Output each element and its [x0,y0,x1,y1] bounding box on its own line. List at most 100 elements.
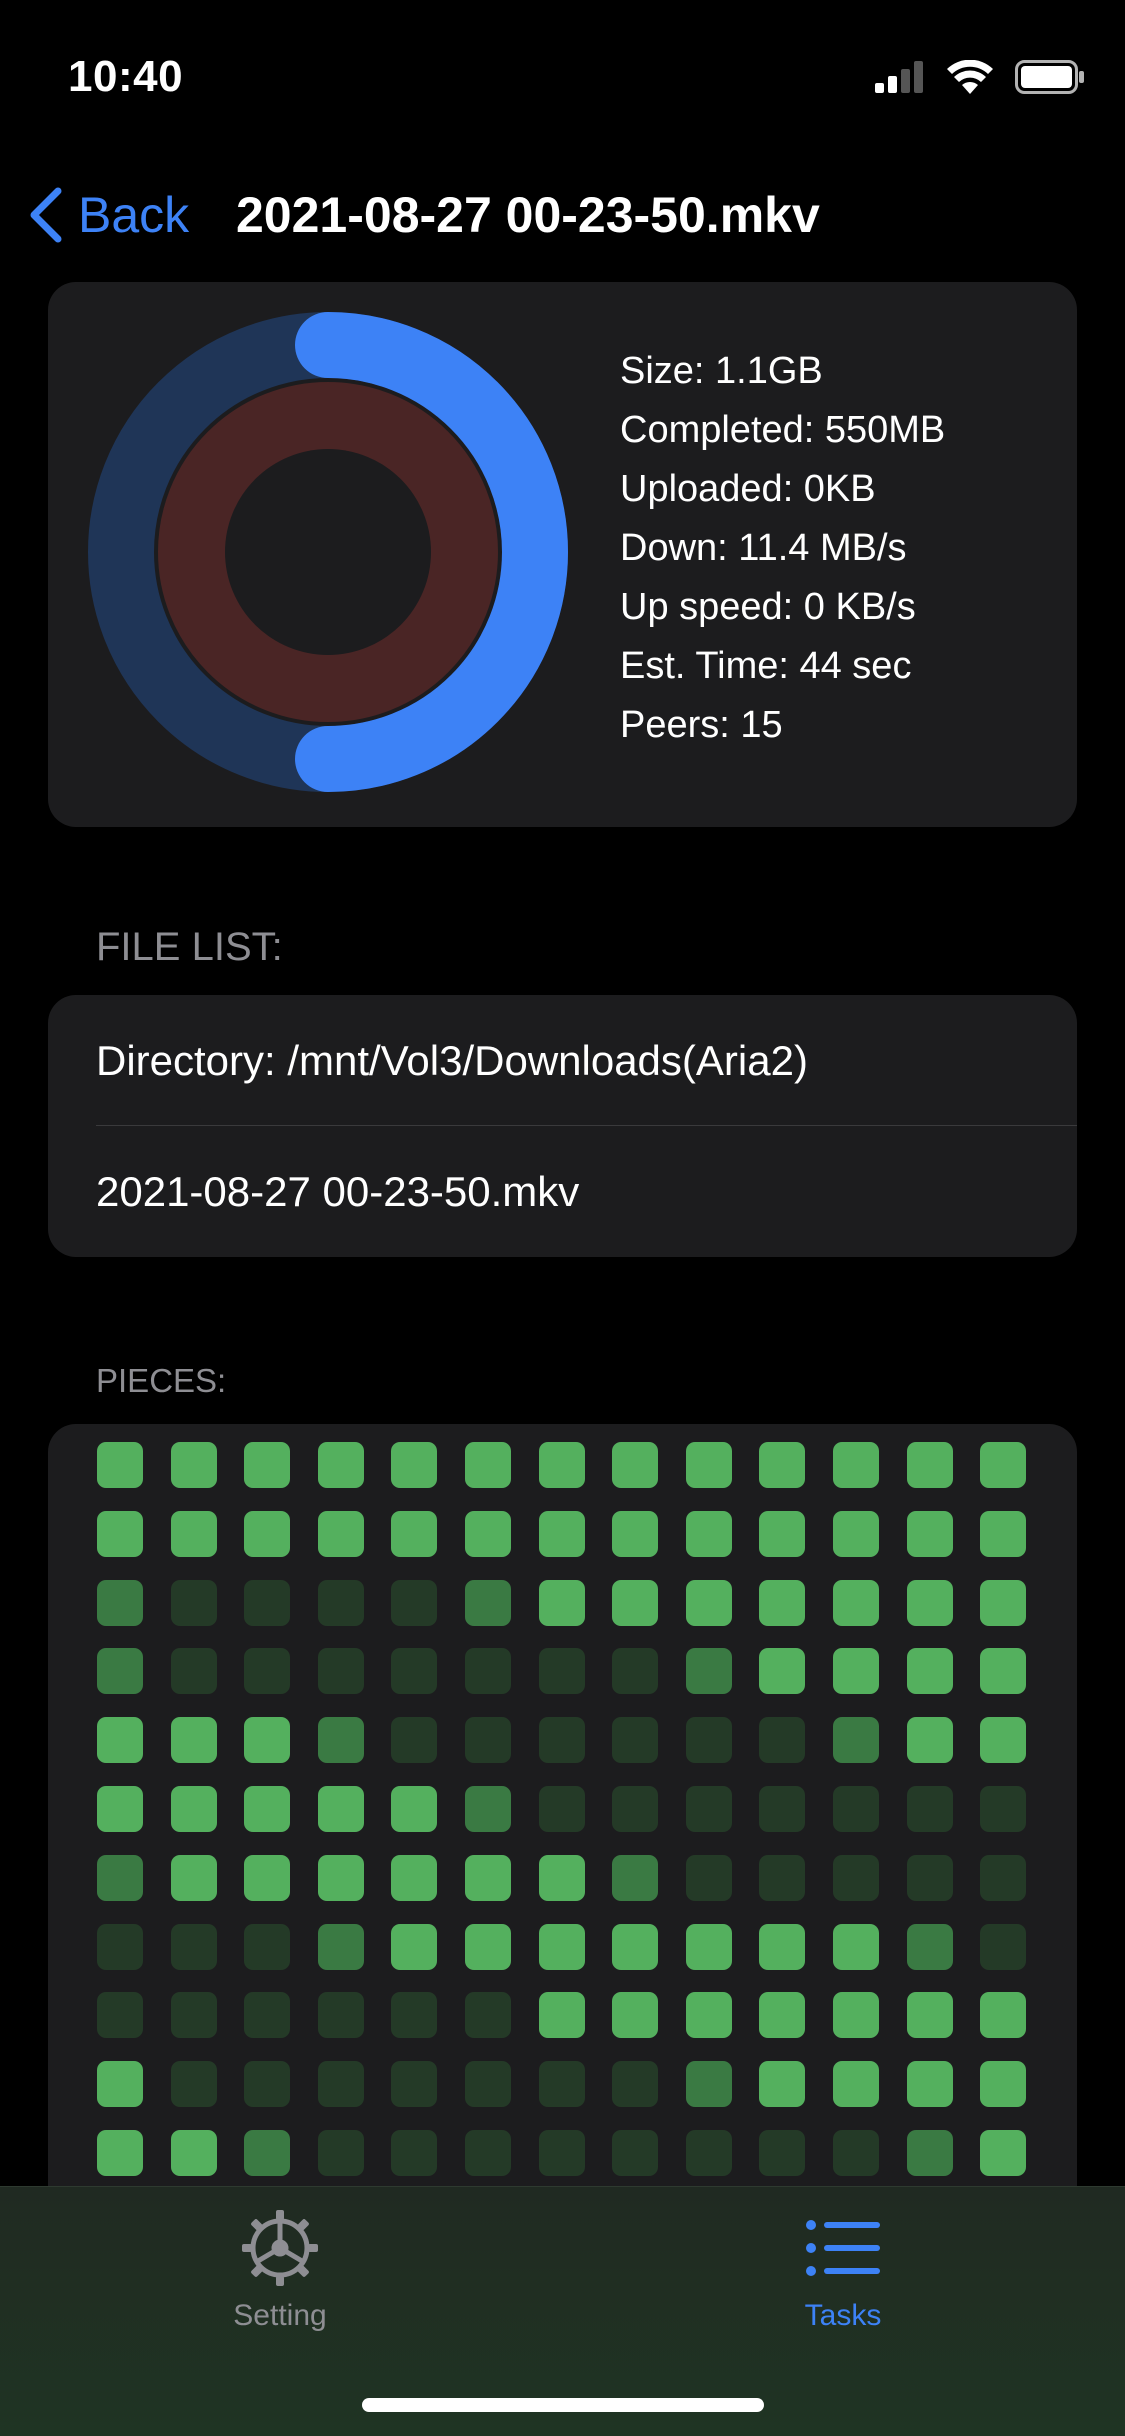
piece-cell [317,1510,364,1557]
tab-tasks[interactable]: Tasks [693,2207,993,2333]
piece-cell [906,2061,953,2108]
piece-cell [465,2061,511,2108]
piece-cell [612,1579,659,1626]
piece-cell [317,1854,364,1901]
piece-cell [97,1717,143,1764]
piece-cell [612,1992,659,2039]
piece-cell [170,1992,217,2039]
stat-down-speed: Down: 11.4 MB/s [620,527,907,569]
piece-cell [244,1648,291,1695]
piece-cell [244,1786,291,1832]
piece-cell [317,2130,364,2176]
piece-cell [759,1717,806,1764]
piece-cell [906,2130,953,2176]
piece-cell [97,1923,143,1970]
download-progress-card: Size: 1.1GB Completed: 550MB Uploaded: 0… [48,282,1077,827]
piece-cell [685,1923,732,1970]
progress-ring [88,312,568,792]
piece-cell [685,2130,732,2176]
piece-cell [759,1992,806,2039]
piece-cell [980,1579,1027,1626]
piece-cell [317,1923,364,1970]
piece-cell [170,1786,217,1832]
piece-cell [97,2130,143,2176]
piece-cell [612,1717,659,1764]
piece-cell [833,1992,879,2039]
piece-cell [685,1717,732,1764]
piece-cell [906,1579,953,1626]
piece-cell [170,1854,217,1901]
piece-cell [170,1510,217,1557]
piece-cell [317,1579,364,1626]
piece-cell [97,2061,143,2108]
tab-setting[interactable]: Setting [130,2207,430,2333]
stat-peers: Peers: 15 [620,704,783,746]
piece-cell [906,1442,953,1488]
stats-list: Size: 1.1GB Completed: 550MB Uploaded: 0… [620,342,945,755]
piece-cell [833,1579,879,1626]
pieces-header: PIECES: [96,1362,227,1399]
piece-cell [317,1992,364,2039]
home-indicator [362,2398,764,2412]
wifi-icon [947,60,993,94]
piece-cell [612,1442,659,1488]
stat-up-speed: Up speed: 0 KB/s [620,586,916,628]
piece-cell [906,1923,953,1970]
piece-cell [317,1717,364,1764]
status-time: 10:40 [68,52,184,101]
piece-cell [833,1442,879,1488]
piece-cell [759,1579,806,1626]
inner-ring-center [225,449,431,655]
piece-cell [391,2061,438,2108]
piece-cell [465,1717,511,1764]
piece-cell [759,2130,806,2176]
piece-cell [685,1854,732,1901]
piece-cell [170,1923,217,1970]
piece-cell [97,1442,143,1488]
piece-cell [538,1854,585,1901]
piece-cell [244,1854,291,1901]
piece-cell [538,1923,585,1970]
stat-completed: Completed: 550MB [620,409,946,451]
piece-cell [465,1579,511,1626]
piece-cell [538,1442,585,1488]
piece-cell [612,1923,659,1970]
piece-cell [833,2061,879,2108]
piece-cell [833,2130,879,2176]
piece-cell [391,1992,438,2039]
piece-cell [465,1854,511,1901]
piece-cell [906,1717,953,1764]
piece-cell [980,2061,1027,2108]
piece-cell [170,1579,217,1626]
piece-cell [759,1923,806,1970]
piece-cell [833,1510,879,1557]
piece-cell [244,1923,291,1970]
tab-setting-label: Setting [233,2299,327,2332]
piece-cell [538,1648,585,1695]
piece-cell [97,1648,143,1695]
piece-cell [980,2130,1027,2176]
piece-cell [391,1648,438,1695]
piece-cell [685,1786,732,1832]
piece-cell [97,1510,143,1557]
file-row[interactable]: 2021-08-27 00-23-50.mkv [96,1126,1077,1257]
piece-cell [612,1854,659,1901]
file-list-card: Directory: /mnt/Vol3/Downloads(Aria2) 20… [48,995,1077,1257]
piece-cell [980,1442,1027,1488]
piece-cell [980,1648,1027,1695]
piece-cell [97,1579,143,1626]
stat-est-time: Est. Time: 44 sec [620,645,912,687]
directory-row[interactable]: Directory: /mnt/Vol3/Downloads(Aria2) [96,995,1077,1126]
piece-cell [759,1442,806,1488]
status-bar: 10:40 [0,0,1125,140]
stat-uploaded: Uploaded: 0KB [620,468,876,510]
piece-cell [538,1579,585,1626]
back-button[interactable]: Back [24,175,189,255]
piece-cell [612,1510,659,1557]
piece-cell [97,1854,143,1901]
back-label: Back [78,187,190,243]
piece-cell [906,1648,953,1695]
piece-cell [612,1786,659,1832]
piece-cell [317,1648,364,1695]
status-icons [875,60,1085,94]
